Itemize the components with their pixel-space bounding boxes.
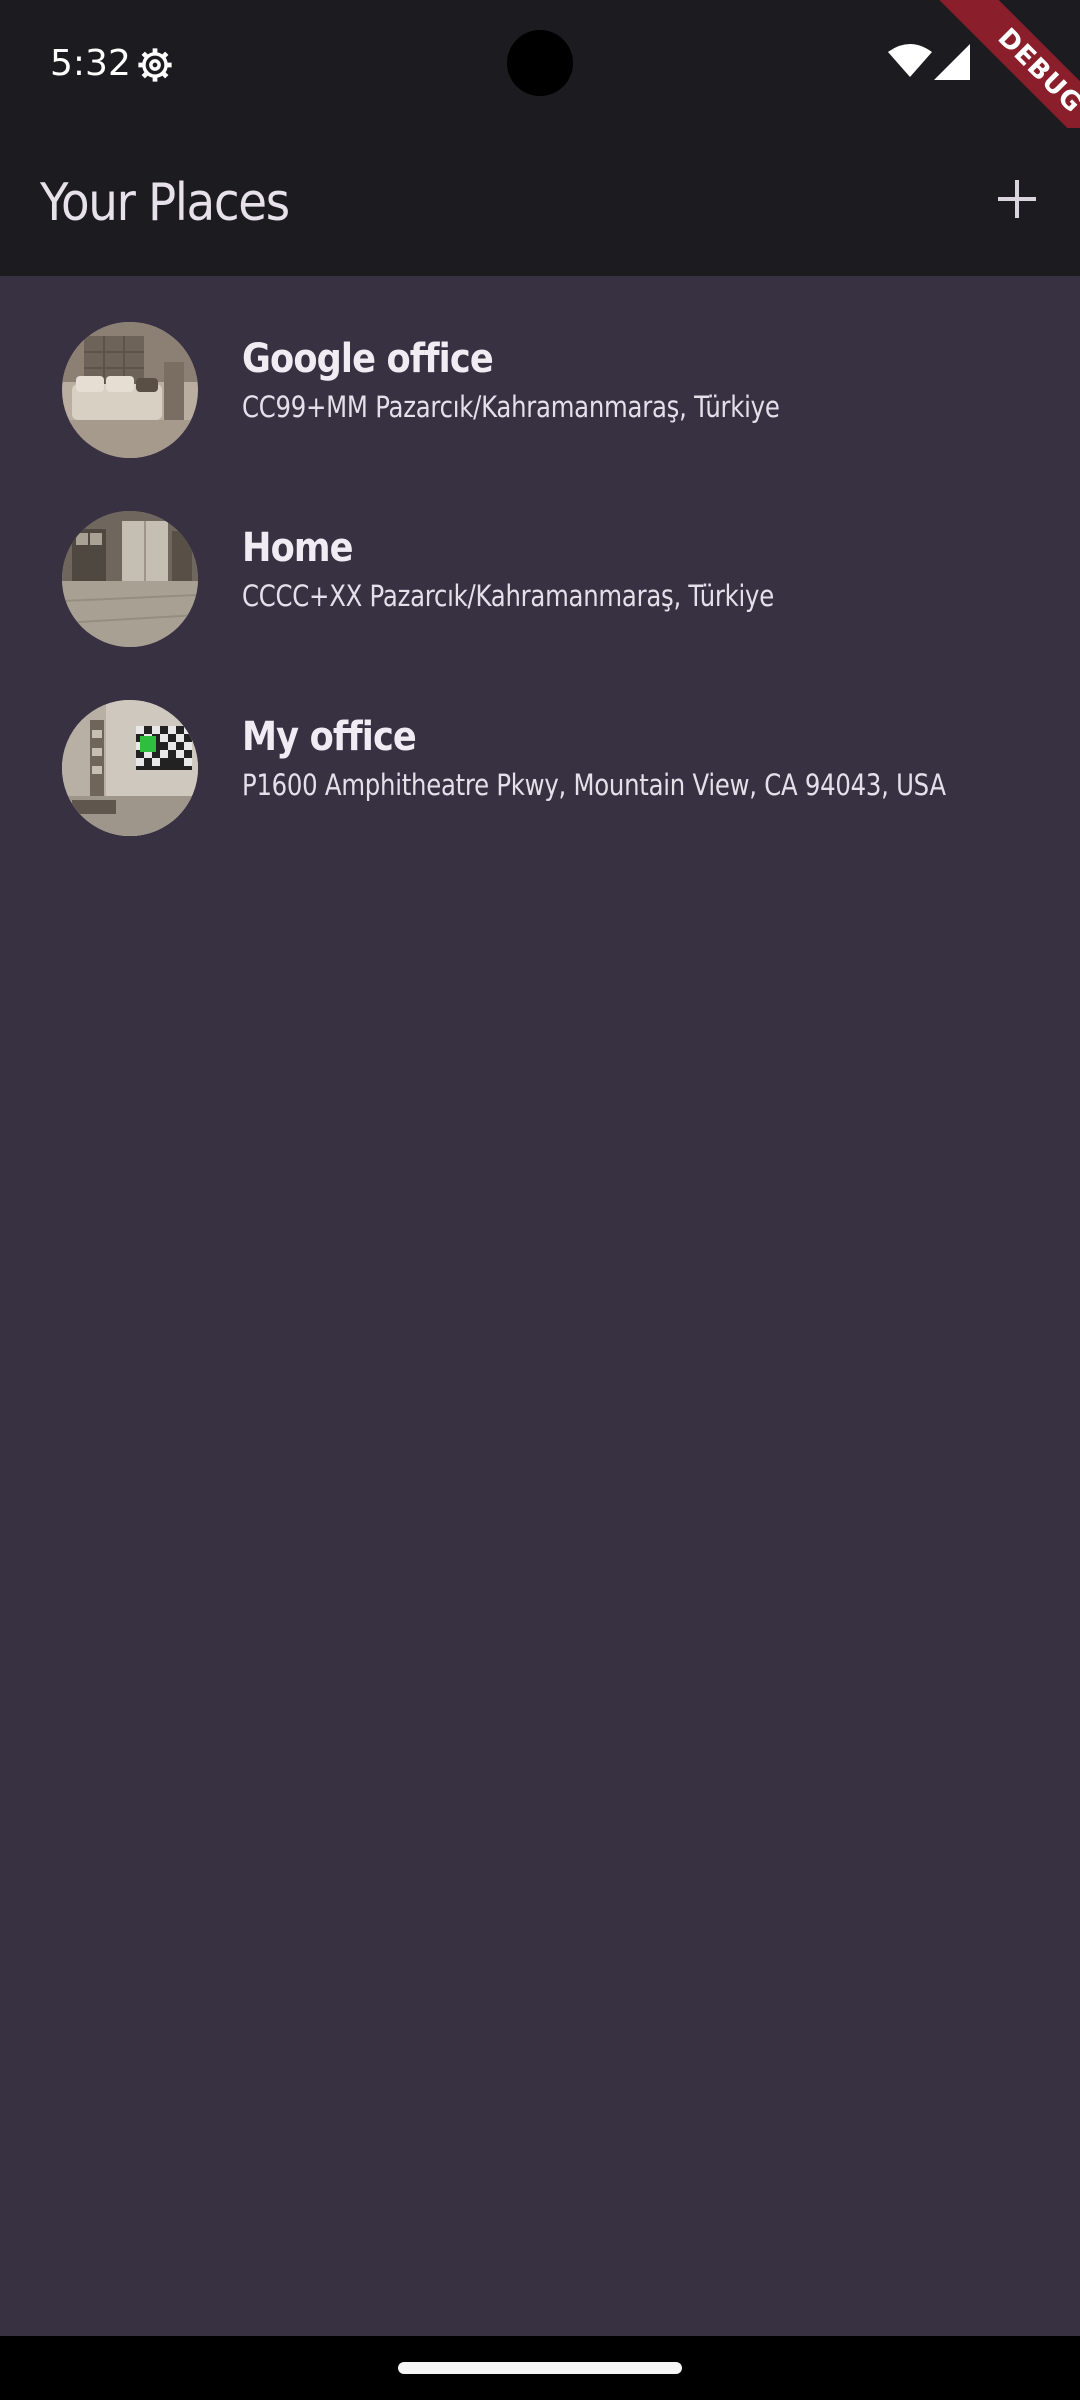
place-list-item[interactable]: Google office CC99+MM Pazarcık/Kahramanm… [0,276,1080,465]
add-icon [998,180,1036,218]
place-address: CCCC+XX Pazarcık/Kahramanmaraş, Türkiye [242,579,774,613]
place-address: P1600 Amphitheatre Pkwy, Mountain View, … [242,768,946,802]
wifi-icon [888,44,932,78]
place-title: My office [242,714,417,760]
settings-icon [136,46,174,84]
place-title: Home [242,525,354,571]
add-place-button[interactable] [982,164,1052,234]
places-list: Google office CC99+MM Pazarcık/Kahramanm… [0,276,1080,843]
status-bar: 5:32 [0,0,1080,128]
place-thumbnail [62,511,198,647]
place-list-item[interactable]: My office P1600 Amphitheatre Pkwy, Mount… [0,654,1080,843]
app-screen: 5:32 DEBUG Your Places Google office CC9… [0,0,1080,2400]
status-time: 5:32 [50,43,131,84]
front-camera [507,30,573,96]
place-address: CC99+MM Pazarcık/Kahramanmaraş, Türkiye [242,390,780,424]
navigation-bar [0,2336,1080,2400]
place-thumbnail [62,322,198,458]
place-list-item[interactable]: Home CCCC+XX Pazarcık/Kahramanmaraş, Tür… [0,465,1080,654]
app-bar: Your Places [0,128,1080,276]
page-title: Your Places [40,173,290,233]
place-title: Google office [242,336,494,382]
home-indicator[interactable] [398,2362,682,2374]
cellular-signal-icon [934,44,970,80]
place-thumbnail [62,700,198,836]
